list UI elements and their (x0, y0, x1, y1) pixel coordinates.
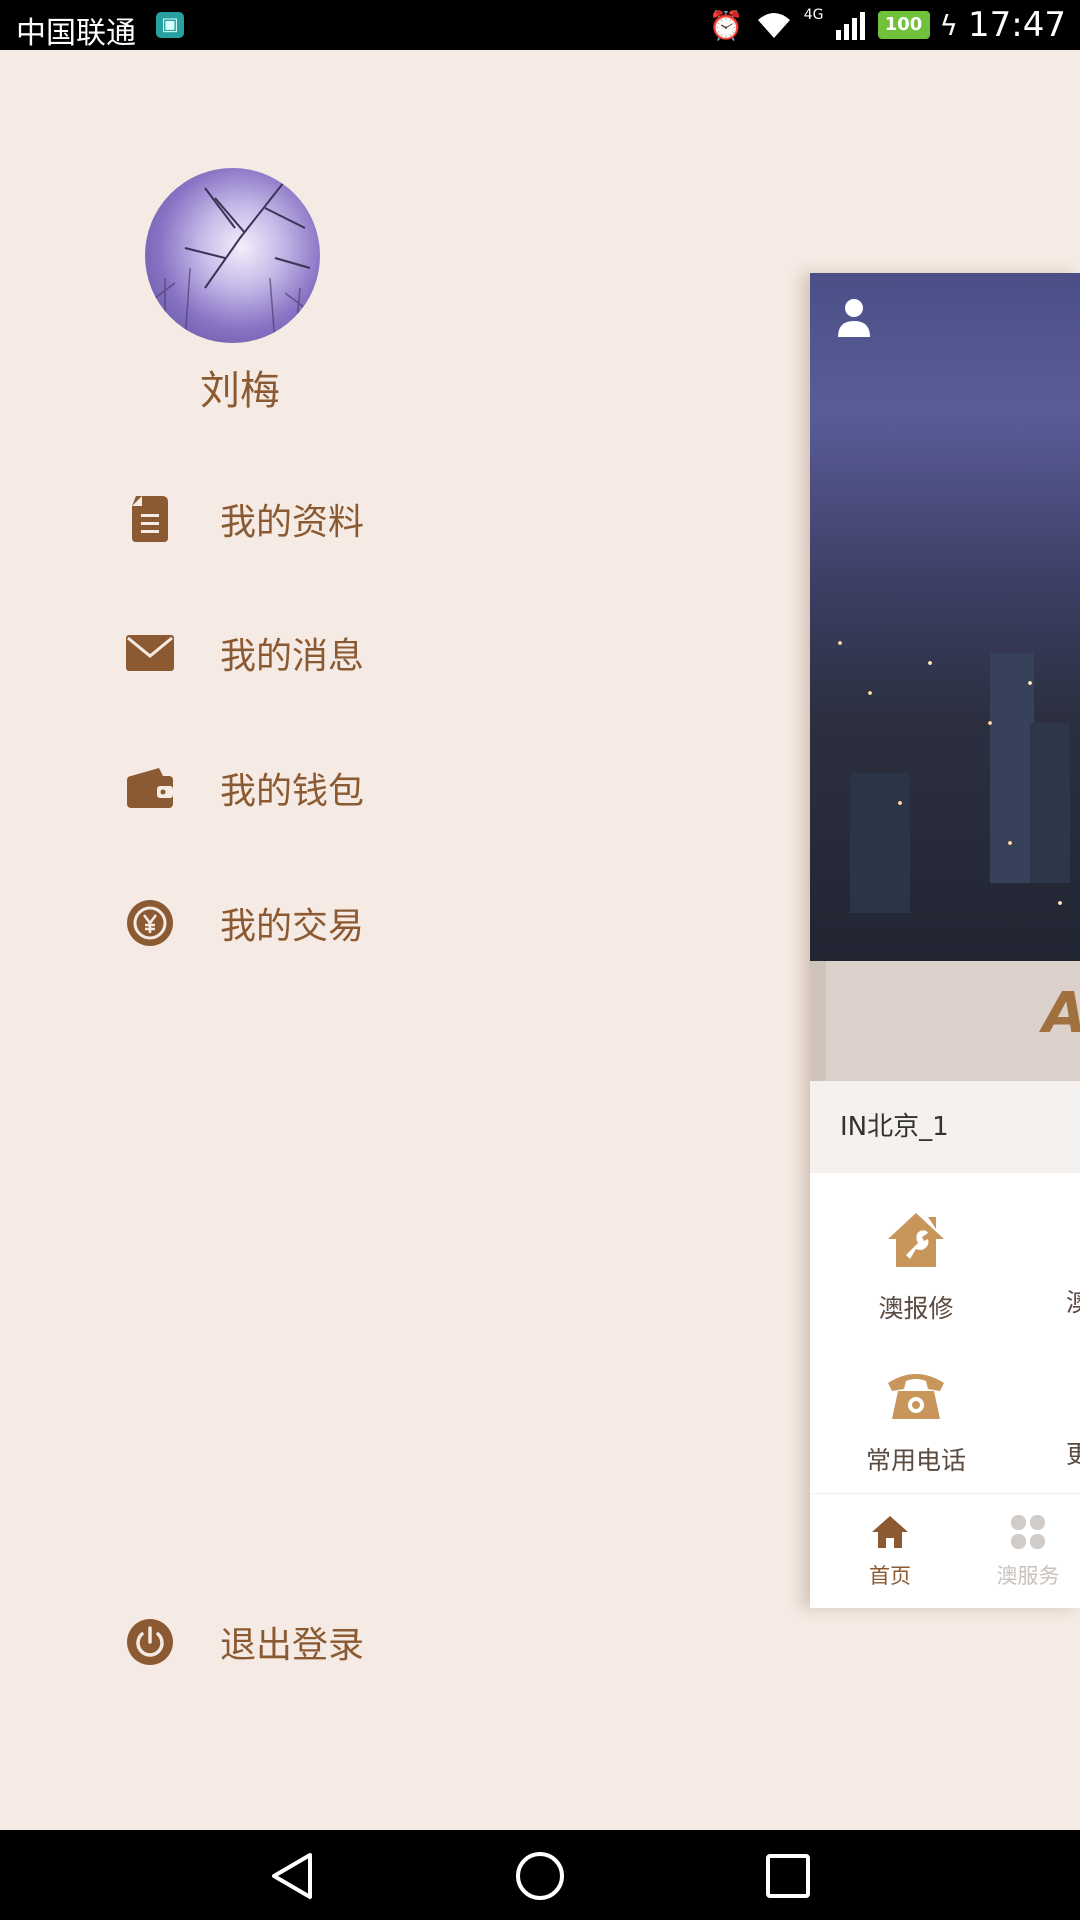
document-icon (120, 489, 180, 549)
service-label-partial[interactable]: 更 (1066, 1435, 1080, 1471)
service-label: 澳报修 (878, 1294, 954, 1323)
menu-item-wallet[interactable]: 我的钱包 (120, 753, 364, 823)
menu-label: 我的交易 (220, 906, 365, 947)
clock: 17:47 (968, 5, 1066, 45)
home-circle-icon (516, 1852, 564, 1900)
logout-button[interactable]: 退出登录 (120, 1607, 364, 1677)
brand-band: A (826, 961, 1080, 1081)
city-lights (810, 603, 1080, 953)
menu-item-messages[interactable]: 我的消息 (120, 618, 364, 688)
system-navigation-bar (0, 1830, 1080, 1920)
recents-square-icon (766, 1854, 810, 1898)
signal-icon (835, 12, 865, 40)
avatar[interactable] (145, 168, 320, 343)
service-label-partial[interactable]: 澳 (1066, 1283, 1080, 1319)
navigation-drawer: 刘梅 我的资料 我的消息 我的钱包 我的交易 退出登录 (0, 50, 810, 1830)
logout-label: 退出登录 (220, 1625, 365, 1666)
service-label: 常用电话 (865, 1446, 966, 1475)
wallet-icon (120, 758, 180, 818)
back-button[interactable] (263, 1846, 323, 1906)
tab-label: 澳服务 (996, 1564, 1060, 1588)
yuan-coin-icon (120, 893, 180, 953)
android-icon: ▣ (156, 12, 184, 38)
user-name: 刘梅 (200, 368, 280, 414)
wifi-icon (757, 13, 790, 38)
user-icon[interactable] (836, 297, 872, 339)
carrier-name: 中国联通 (16, 16, 136, 51)
service-phone[interactable]: 常用电话 (826, 1361, 1006, 1477)
charging-icon: ϟ (939, 8, 959, 42)
bottom-tab-bar: 首页 澳服务 (810, 1493, 1080, 1608)
menu-label: 我的资料 (220, 502, 365, 543)
tab-home[interactable]: 首页 (830, 1514, 950, 1590)
banner-edge (810, 961, 826, 1081)
tab-label: 首页 (869, 1564, 911, 1588)
network-type: 4G (803, 7, 824, 23)
menu-item-profile[interactable]: 我的资料 (120, 484, 364, 554)
menu-item-transactions[interactable]: 我的交易 (120, 888, 364, 958)
mail-icon (120, 623, 180, 683)
clover-icon (1011, 1515, 1045, 1549)
menu-label: 我的消息 (220, 636, 365, 677)
service-repair[interactable]: 澳报修 (826, 1209, 1006, 1325)
winter-branches-image (154, 168, 311, 343)
recents-button[interactable] (758, 1846, 818, 1906)
house-repair-icon (888, 1213, 944, 1267)
telephone-icon (888, 1374, 944, 1419)
tab-services[interactable]: 澳服务 (968, 1514, 1080, 1590)
brand-logo: A (1043, 981, 1080, 1046)
menu-label: 我的钱包 (220, 771, 365, 812)
hero-banner[interactable] (810, 273, 1080, 961)
location-selector[interactable]: IN北京_1 (810, 1081, 1080, 1173)
power-icon (120, 1612, 180, 1672)
back-triangle-icon (272, 1853, 312, 1899)
home-button[interactable] (510, 1846, 570, 1906)
service-grid: 澳报修 常用电话 澳 更 (826, 1173, 1080, 1493)
home-icon (872, 1516, 908, 1548)
battery-icon: 100 (877, 11, 930, 39)
status-bar: 中国联通 ▣ ⏰ 4G 100 ϟ 17:47 (0, 0, 1080, 51)
main-page-preview[interactable]: A IN北京_1 澳报修 常用电话 澳 更 (810, 273, 1080, 1608)
status-icons: ⏰ 4G 100 ϟ 17:47 (709, 4, 1066, 46)
alarm-icon: ⏰ (708, 8, 744, 42)
